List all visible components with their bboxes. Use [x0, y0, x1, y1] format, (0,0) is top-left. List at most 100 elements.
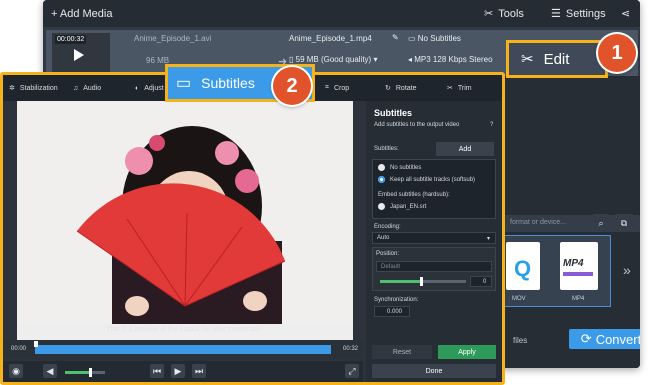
mp4-card-label: MP4	[563, 258, 584, 269]
audio-select[interactable]: ◂ MP3 128 Kbps Stereo	[408, 55, 493, 64]
radio-embed-file[interactable]	[378, 203, 385, 210]
stabilization-icon: ✲	[9, 85, 15, 92]
scissors-icon: ✂	[521, 51, 534, 68]
tab-label: Trim	[457, 84, 472, 92]
volume-level	[65, 371, 91, 374]
radio-keep-all[interactable]	[378, 176, 385, 183]
option-no-subtitles: No subtitles	[390, 165, 422, 171]
file-icon: ▯	[289, 55, 296, 64]
tab-trim[interactable]: ✂ Trim	[447, 75, 472, 101]
rotate-icon: ↻	[385, 85, 391, 92]
tab-label: Adjust	[144, 84, 164, 92]
output-size: 59 MB (Good quality)	[295, 55, 372, 64]
music-icon: ♫	[73, 84, 79, 92]
quicktime-icon: Q	[514, 256, 532, 281]
position-value: Default	[381, 264, 401, 270]
mp4-stripe	[563, 272, 593, 276]
tools-icon: ✂	[484, 8, 494, 20]
convert-icon: ⟳	[580, 331, 592, 346]
subtitles-panel: Subtitles Add subtitles to the output vi…	[366, 101, 502, 382]
sync-value: 0.000	[387, 309, 403, 315]
embed-filename: Japan_EN.srt	[390, 204, 427, 210]
next-frame-icon[interactable]: ⏭	[192, 364, 206, 378]
video-thumbnail[interactable]: 00:00:32	[52, 33, 110, 73]
play-button[interactable]: ▶	[171, 364, 185, 378]
done-button[interactable]: Done	[372, 364, 496, 378]
volume-icon[interactable]: ◀	[43, 364, 57, 378]
settings-button[interactable]: ☰ Settings	[551, 0, 606, 27]
mov-label: MOV	[512, 296, 526, 302]
crop-icon: ⌗	[325, 84, 329, 91]
output-size-select[interactable]: ▯ 59 MB (Good quality) ▾	[289, 55, 377, 64]
preview-image	[17, 101, 353, 331]
position-number-input[interactable]: 0	[470, 276, 492, 287]
subtitles-icon: ▭	[408, 34, 418, 43]
encoding-select[interactable]: Auto ▾	[372, 232, 496, 244]
tab-stabilization[interactable]: ✲ Stabilization	[9, 75, 58, 101]
sync-label: Synchronization:	[374, 297, 419, 303]
volume-handle[interactable]	[89, 368, 92, 377]
convert-label: Convert	[595, 331, 640, 347]
time-start: 00:00	[11, 346, 27, 352]
panel-title: Subtitles	[374, 108, 413, 118]
adjust-icon: ◐	[135, 84, 140, 92]
help-icon[interactable]: ?	[490, 122, 493, 128]
position-fill	[380, 280, 422, 283]
encoding-label: Encoding:	[374, 224, 401, 230]
chevron-down-icon: ▾	[487, 236, 491, 242]
editor-window: ✲ Stabilization ♫ Audio ◐ Adjust ⌗ Crop ↻ Rot…	[0, 72, 505, 385]
tools-button[interactable]: ✂ Tools	[484, 0, 524, 27]
next-arrow-icon[interactable]: »	[623, 262, 631, 278]
radio-no-subtitles[interactable]	[378, 164, 385, 171]
previous-frame-icon[interactable]: ⏮	[150, 364, 164, 378]
share-icon: ⋖	[621, 8, 631, 20]
pencil-icon[interactable]: ✎	[392, 33, 399, 42]
subtitles-select[interactable]: ▭ No Subtitles	[408, 34, 461, 43]
device-detect-icon[interactable]: ⧉	[615, 214, 633, 232]
add-media-button[interactable]: + Add Media	[51, 0, 112, 27]
tab-audio[interactable]: ♫ Audio	[73, 75, 101, 101]
tab-label: Rotate	[395, 84, 417, 92]
mov-preset[interactable]: Q	[506, 242, 540, 290]
option-keep-all: Keep all subtitle tracks (softsub)	[390, 177, 476, 183]
subtitles-label: Subtitles:	[374, 146, 399, 152]
position-select[interactable]: Default	[376, 261, 492, 272]
video-preview	[17, 101, 353, 351]
convert-button[interactable]: ⟳ Convert	[569, 329, 640, 349]
camera-icon[interactable]: ◉	[9, 364, 23, 378]
files-label: files	[513, 336, 528, 345]
tools-label: Tools	[498, 7, 524, 20]
add-subtitles-button[interactable]: Add	[436, 142, 494, 156]
step-badge-2: 2	[273, 67, 311, 105]
reset-button[interactable]: Reset	[372, 345, 432, 359]
subtitles-tab-label: Subtitles	[201, 75, 255, 91]
fullscreen-icon[interactable]: ⤢	[345, 364, 359, 378]
mp4-label: MP4	[572, 296, 585, 302]
timeline-handle[interactable]	[34, 341, 38, 347]
search-icon[interactable]: ⌕	[593, 214, 609, 232]
apply-button[interactable]: Apply	[438, 345, 496, 359]
tab-crop[interactable]: ⌗ Crop	[325, 75, 349, 101]
menu-icon: ☰	[551, 8, 561, 20]
play-icon	[74, 49, 84, 61]
format-search-placeholder: format or device...	[510, 219, 567, 226]
mp4-preset[interactable]: MP4	[560, 242, 598, 290]
share-button[interactable]: ⋖	[621, 0, 630, 27]
tab-rotate[interactable]: ↻ Rotate	[385, 75, 417, 101]
sync-input[interactable]: 0.000	[374, 306, 410, 317]
time-end: 00:32	[343, 346, 359, 352]
edit-button[interactable]: ✂ Edit	[506, 40, 608, 78]
subtitles-icon: ▭	[176, 75, 192, 92]
encoding-value: Auto	[377, 235, 390, 241]
trim-icon: ✂	[447, 85, 453, 92]
settings-label: Settings	[565, 7, 606, 20]
timeline-bar[interactable]	[35, 345, 331, 354]
tab-adjust[interactable]: ◐ Adjust	[135, 75, 164, 101]
format-preset-panel: Q MOV MP4 MP4	[501, 235, 611, 307]
edit-label: Edit	[543, 50, 570, 68]
top-toolbar: + Add Media ✂ Tools ☰ Settings ⋖	[43, 0, 640, 27]
output-filename[interactable]: Anime_Episode_1.mp4	[289, 34, 372, 43]
position-handle[interactable]	[420, 277, 423, 286]
subtitles-value: No Subtitles	[417, 34, 461, 43]
tab-label: Audio	[83, 84, 102, 92]
